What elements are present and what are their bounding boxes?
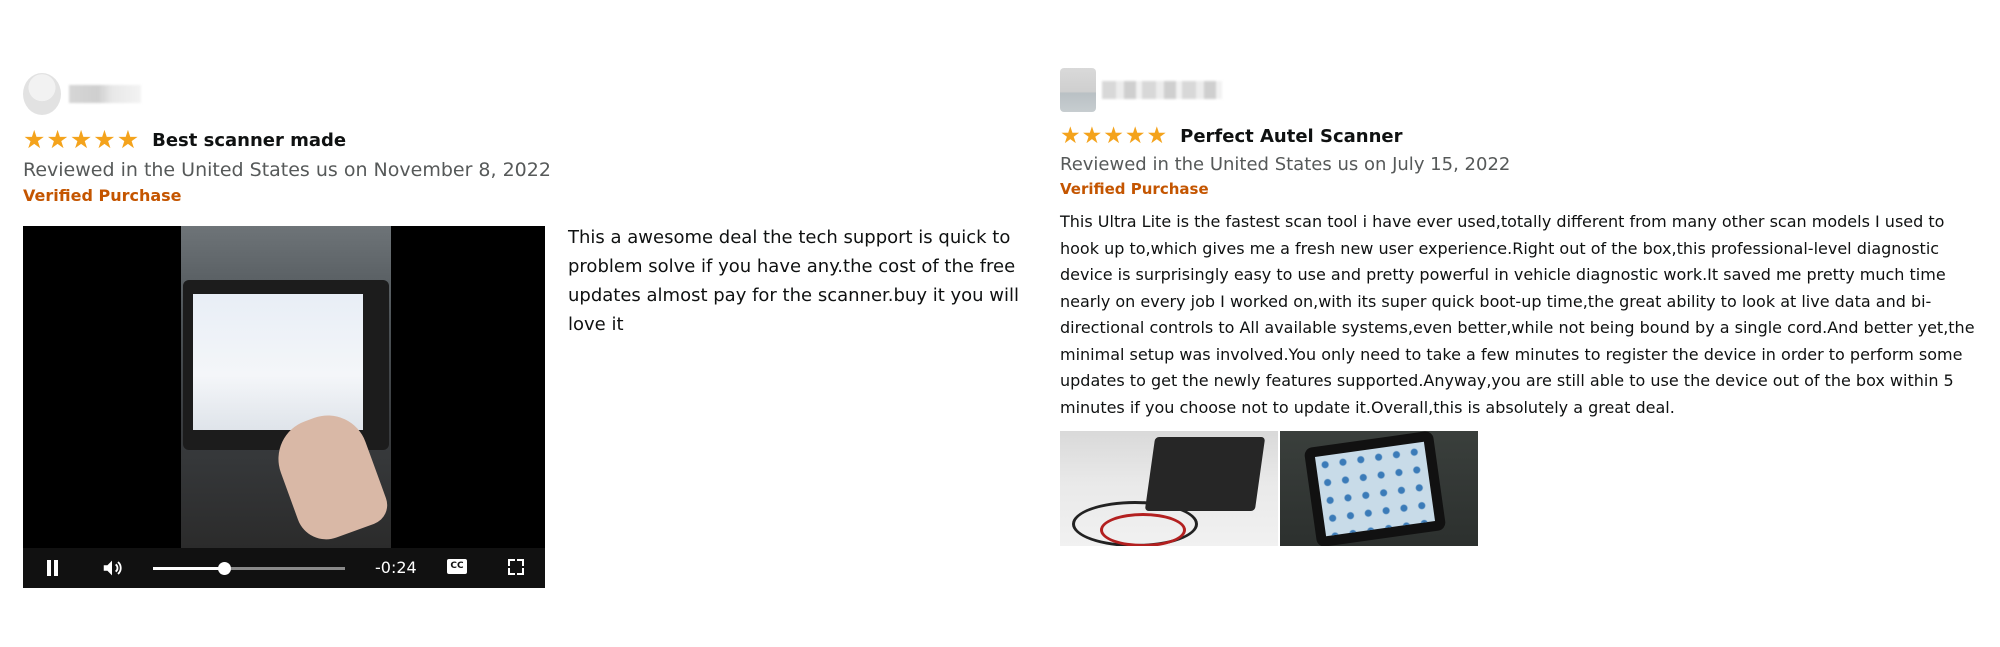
video-tablet-screen (193, 294, 363, 430)
reviewer-name-blurred (1102, 81, 1222, 99)
review-images (1060, 431, 1980, 546)
volume-icon-svg (103, 560, 122, 576)
verified-purchase-badge: Verified Purchase (23, 186, 182, 205)
video-frame (181, 226, 393, 548)
star-icon: ★ (93, 125, 116, 154)
review-body: This Ultra Lite is the fastest scan tool… (1060, 212, 1975, 417)
scanner-device-image (1303, 431, 1447, 546)
review-image-thumbnail[interactable] (1280, 431, 1478, 546)
time-remaining: -0:24 (375, 558, 417, 577)
verified-purchase-badge: Verified Purchase (1060, 180, 1209, 198)
star-icon: ★ (69, 125, 93, 154)
review-body: This a awesome deal the tech support is … (568, 227, 1019, 335)
video-tablet-image (183, 280, 389, 450)
volume-icon[interactable] (101, 557, 123, 584)
cc-icon[interactable]: CC (447, 559, 467, 574)
star-rating[interactable]: ★ ★ ★ ★ ★ (23, 125, 140, 154)
star-icon: ★ (1103, 123, 1124, 149)
review-date: Reviewed in the United States us on Nove… (23, 159, 551, 181)
star-icon: ★ (1081, 123, 1103, 149)
seek-bar-thumb[interactable] (218, 562, 232, 575)
review-image-thumbnail[interactable] (1060, 431, 1278, 546)
review-date: Reviewed in the United States us on July… (1060, 154, 1511, 175)
review-title[interactable]: Best scanner made (152, 130, 346, 151)
review-card: ★ ★ ★ ★ ★ Perfect Autel Scanner Reviewed… (1060, 68, 1980, 546)
seek-bar[interactable] (153, 562, 345, 575)
avatar (1060, 68, 1096, 112)
reviewer-profile[interactable] (1060, 68, 1980, 112)
reviewer-name-blurred (69, 85, 141, 103)
star-icon: ★ (116, 125, 140, 154)
star-icon: ★ (1060, 123, 1081, 149)
seek-bar-progress (153, 567, 225, 570)
pause-icon[interactable] (45, 560, 59, 576)
scanner-screen-image (1314, 441, 1436, 537)
review-video-player[interactable]: -0:24 CC (23, 226, 545, 588)
video-controls: -0:24 CC (23, 548, 545, 588)
review-title-row: ★ ★ ★ ★ ★ Best scanner made (23, 125, 1023, 154)
review-title[interactable]: Perfect Autel Scanner (1180, 126, 1402, 147)
fullscreen-icon[interactable] (508, 559, 524, 575)
star-rating[interactable]: ★ ★ ★ ★ ★ (1060, 124, 1167, 148)
avatar (23, 73, 61, 115)
star-icon: ★ (1124, 123, 1146, 149)
review-title-row: ★ ★ ★ ★ ★ Perfect Autel Scanner (1060, 124, 1980, 148)
review-card: ★ ★ ★ ★ ★ Best scanner made Reviewed in … (23, 72, 1023, 588)
star-icon: ★ (46, 125, 69, 154)
scanner-device-image (1144, 437, 1266, 511)
cable-image (1100, 513, 1186, 546)
star-icon: ★ (23, 125, 46, 154)
star-icon: ★ (1146, 123, 1168, 149)
reviewer-profile[interactable] (23, 72, 1023, 116)
